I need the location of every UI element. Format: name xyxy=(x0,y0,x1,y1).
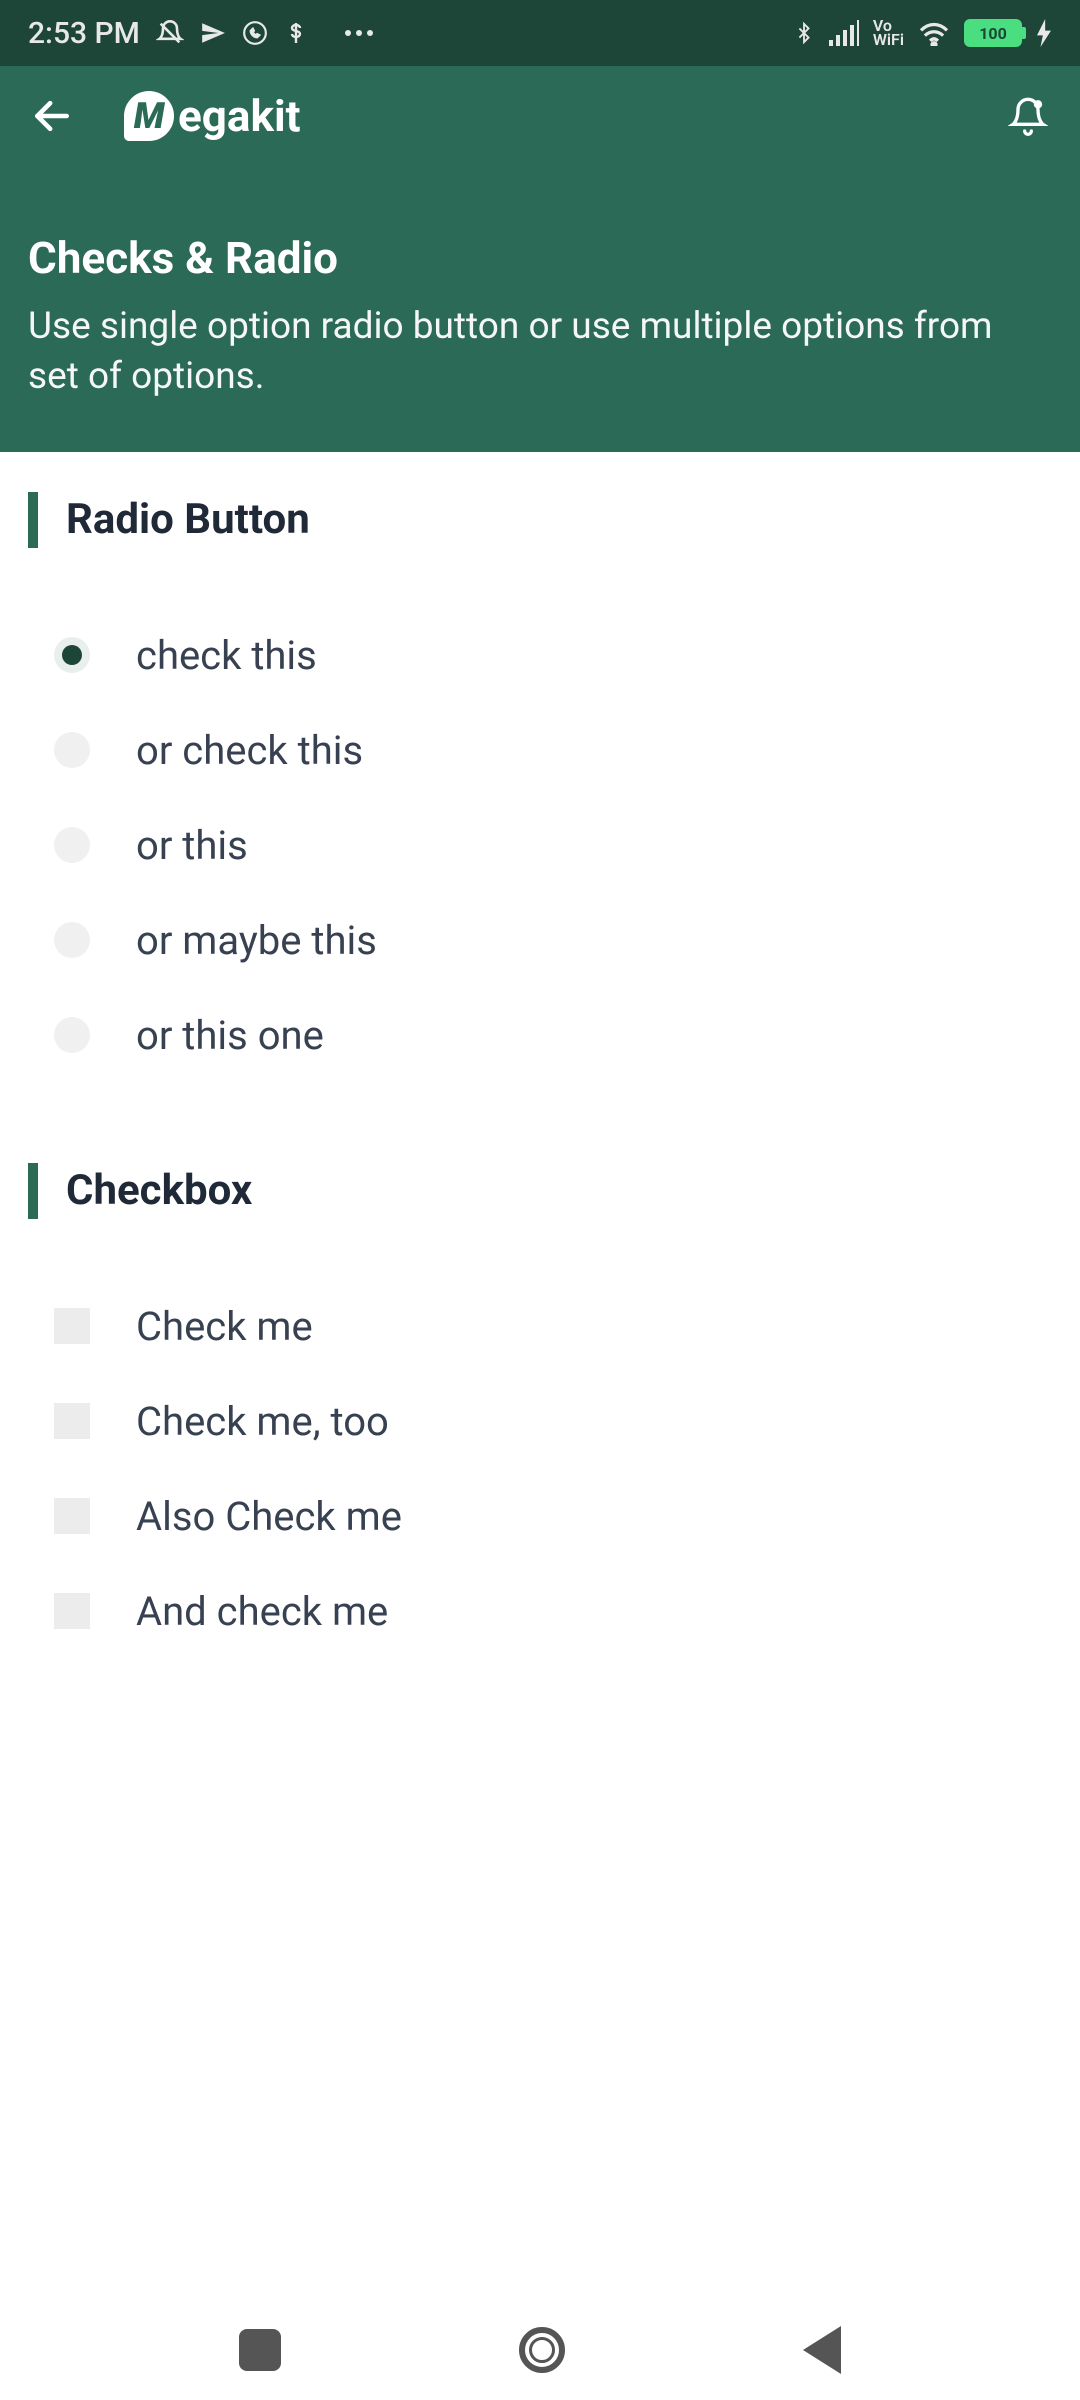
checkbox-label: Check me xyxy=(136,1303,313,1350)
checkbox-label: Also Check me xyxy=(136,1493,402,1540)
home-button[interactable] xyxy=(519,2327,565,2373)
bluetooth-icon xyxy=(793,18,815,48)
app-logo: egakit xyxy=(124,90,300,142)
heading-accent xyxy=(28,492,38,548)
arrow-left-icon xyxy=(30,94,74,138)
radio-options: check this or check this or this or mayb… xyxy=(28,608,1052,1083)
wifi-icon xyxy=(918,20,950,46)
heading-text: Checkbox xyxy=(66,1166,252,1215)
radio-label: or check this xyxy=(136,727,363,774)
s-icon xyxy=(284,19,308,47)
radio-label: or this one xyxy=(136,1012,324,1059)
checkbox-label: Check me, too xyxy=(136,1398,389,1445)
logo-mark xyxy=(124,91,174,141)
heading-text: Radio Button xyxy=(66,495,310,544)
checkbox-option[interactable]: Also Check me xyxy=(54,1469,1052,1564)
radio-option[interactable]: or this one xyxy=(54,988,1052,1083)
checkbox-option[interactable]: Check me, too xyxy=(54,1374,1052,1469)
recents-button[interactable] xyxy=(239,2329,281,2371)
radio-option[interactable]: or check this xyxy=(54,703,1052,798)
radio-input[interactable] xyxy=(54,922,90,958)
radio-input[interactable] xyxy=(54,1017,90,1053)
radio-label: or this xyxy=(136,822,248,869)
page-subtitle: Use single option radio button or use mu… xyxy=(28,302,1052,402)
topbar: egakit xyxy=(28,90,1052,142)
checkbox-input[interactable] xyxy=(54,1403,90,1439)
radio-option[interactable]: or this xyxy=(54,798,1052,893)
more-icon xyxy=(344,29,374,37)
radio-input[interactable] xyxy=(54,637,90,673)
page-title: Checks & Radio xyxy=(28,232,1052,284)
status-left: 2:53 PM xyxy=(28,16,374,51)
mute-icon xyxy=(156,19,184,47)
content: Radio Button check this or check this or… xyxy=(0,452,1080,1779)
checkbox-label: And check me xyxy=(136,1588,388,1635)
status-bar: 2:53 PM Vo WiFi 100 xyxy=(0,0,1080,66)
checkbox-option[interactable]: Check me xyxy=(54,1279,1052,1374)
checkbox-option[interactable]: And check me xyxy=(54,1564,1052,1659)
bolt-icon xyxy=(1036,19,1052,47)
topbar-left: egakit xyxy=(28,90,300,142)
notifications-button[interactable] xyxy=(1004,92,1052,140)
radio-input[interactable] xyxy=(54,827,90,863)
vowifi-icon: Vo WiFi xyxy=(873,19,904,48)
system-nav xyxy=(0,2300,1080,2400)
whatsapp-icon xyxy=(242,20,268,46)
radio-option[interactable]: or maybe this xyxy=(54,893,1052,988)
app-name: egakit xyxy=(178,90,300,142)
signal-icon xyxy=(829,20,859,46)
status-right: Vo WiFi 100 xyxy=(793,18,1052,48)
checkbox-options: Check me Check me, too Also Check me And… xyxy=(28,1279,1052,1659)
radio-option[interactable]: check this xyxy=(54,608,1052,703)
radio-label: check this xyxy=(136,632,317,679)
heading-accent xyxy=(28,1163,38,1219)
radio-input[interactable] xyxy=(54,732,90,768)
checkbox-section-heading: Checkbox xyxy=(28,1163,1052,1219)
radio-section-heading: Radio Button xyxy=(28,492,1052,548)
app-header: egakit Checks & Radio Use single option … xyxy=(0,66,1080,452)
checkbox-input[interactable] xyxy=(54,1498,90,1534)
battery-icon: 100 xyxy=(964,19,1022,47)
bell-icon xyxy=(1008,96,1048,136)
back-button[interactable] xyxy=(28,92,76,140)
clock: 2:53 PM xyxy=(28,16,140,51)
back-system-button[interactable] xyxy=(803,2326,841,2374)
checkbox-input[interactable] xyxy=(54,1593,90,1629)
send-icon xyxy=(200,20,226,46)
radio-label: or maybe this xyxy=(136,917,377,964)
checkbox-input[interactable] xyxy=(54,1308,90,1344)
